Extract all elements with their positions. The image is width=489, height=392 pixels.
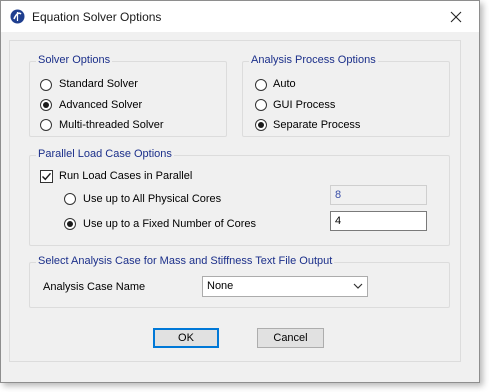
- equation-solver-options-dialog: Equation Solver Options Solver Options S…: [0, 0, 480, 383]
- options-panel: Solver Options Standard Solver Advanced …: [9, 40, 461, 362]
- solver-options-legend: Solver Options: [36, 54, 113, 66]
- run-parallel-label[interactable]: Run Load Cases in Parallel: [59, 170, 192, 182]
- mass-stiffness-legend: Select Analysis Case for Mass and Stiffn…: [36, 255, 335, 267]
- radio-gui-process[interactable]: [255, 99, 267, 111]
- checkmark-icon: [42, 172, 52, 181]
- radio-all-physical-cores[interactable]: [64, 193, 76, 205]
- radio-selected-dot: [43, 102, 49, 108]
- analysis-case-name-value: None: [207, 280, 234, 292]
- analysis-case-name-label: Analysis Case Name: [43, 281, 146, 293]
- analysis-case-name-select[interactable]: None: [202, 276, 368, 297]
- radio-advanced-solver[interactable]: [40, 99, 52, 111]
- title-bar: Equation Solver Options: [1, 1, 479, 32]
- solver-options-group: Solver Options Standard Solver Advanced …: [29, 54, 227, 137]
- cancel-button[interactable]: Cancel: [257, 328, 324, 348]
- mass-stiffness-output-group: Select Analysis Case for Mass and Stiffn…: [29, 255, 450, 308]
- radio-auto[interactable]: [255, 79, 267, 91]
- all-cores-count-field: 8: [330, 185, 427, 205]
- standard-solver-label[interactable]: Standard Solver: [59, 78, 138, 90]
- run-parallel-checkbox[interactable]: [40, 170, 53, 183]
- ok-button[interactable]: OK: [153, 328, 219, 348]
- auto-label[interactable]: Auto: [273, 78, 296, 90]
- radio-fixed-number-cores[interactable]: [64, 218, 76, 230]
- multithreaded-solver-label[interactable]: Multi-threaded Solver: [59, 119, 164, 131]
- app-logo-icon: [10, 9, 25, 24]
- radio-separate-process[interactable]: [255, 119, 267, 131]
- close-icon[interactable]: [445, 6, 467, 28]
- radio-selected-dot: [67, 221, 73, 227]
- gui-process-label[interactable]: GUI Process: [273, 99, 335, 111]
- chevron-down-icon: [353, 283, 363, 289]
- window-title: Equation Solver Options: [32, 10, 162, 24]
- parallel-load-case-legend: Parallel Load Case Options: [36, 148, 174, 160]
- all-physical-cores-label[interactable]: Use up to All Physical Cores: [83, 193, 221, 205]
- radio-multithreaded-solver[interactable]: [40, 119, 52, 131]
- fixed-cores-count-input[interactable]: 4: [330, 211, 427, 231]
- separate-process-label[interactable]: Separate Process: [273, 119, 360, 131]
- analysis-process-legend: Analysis Process Options: [249, 54, 378, 66]
- analysis-process-group: Analysis Process Options Auto GUI Proces…: [242, 54, 450, 137]
- advanced-solver-label[interactable]: Advanced Solver: [59, 99, 142, 111]
- parallel-load-case-group: Parallel Load Case Options Run Load Case…: [29, 148, 450, 246]
- fixed-number-cores-label[interactable]: Use up to a Fixed Number of Cores: [83, 218, 256, 230]
- radio-standard-solver[interactable]: [40, 79, 52, 91]
- radio-selected-dot: [258, 122, 264, 128]
